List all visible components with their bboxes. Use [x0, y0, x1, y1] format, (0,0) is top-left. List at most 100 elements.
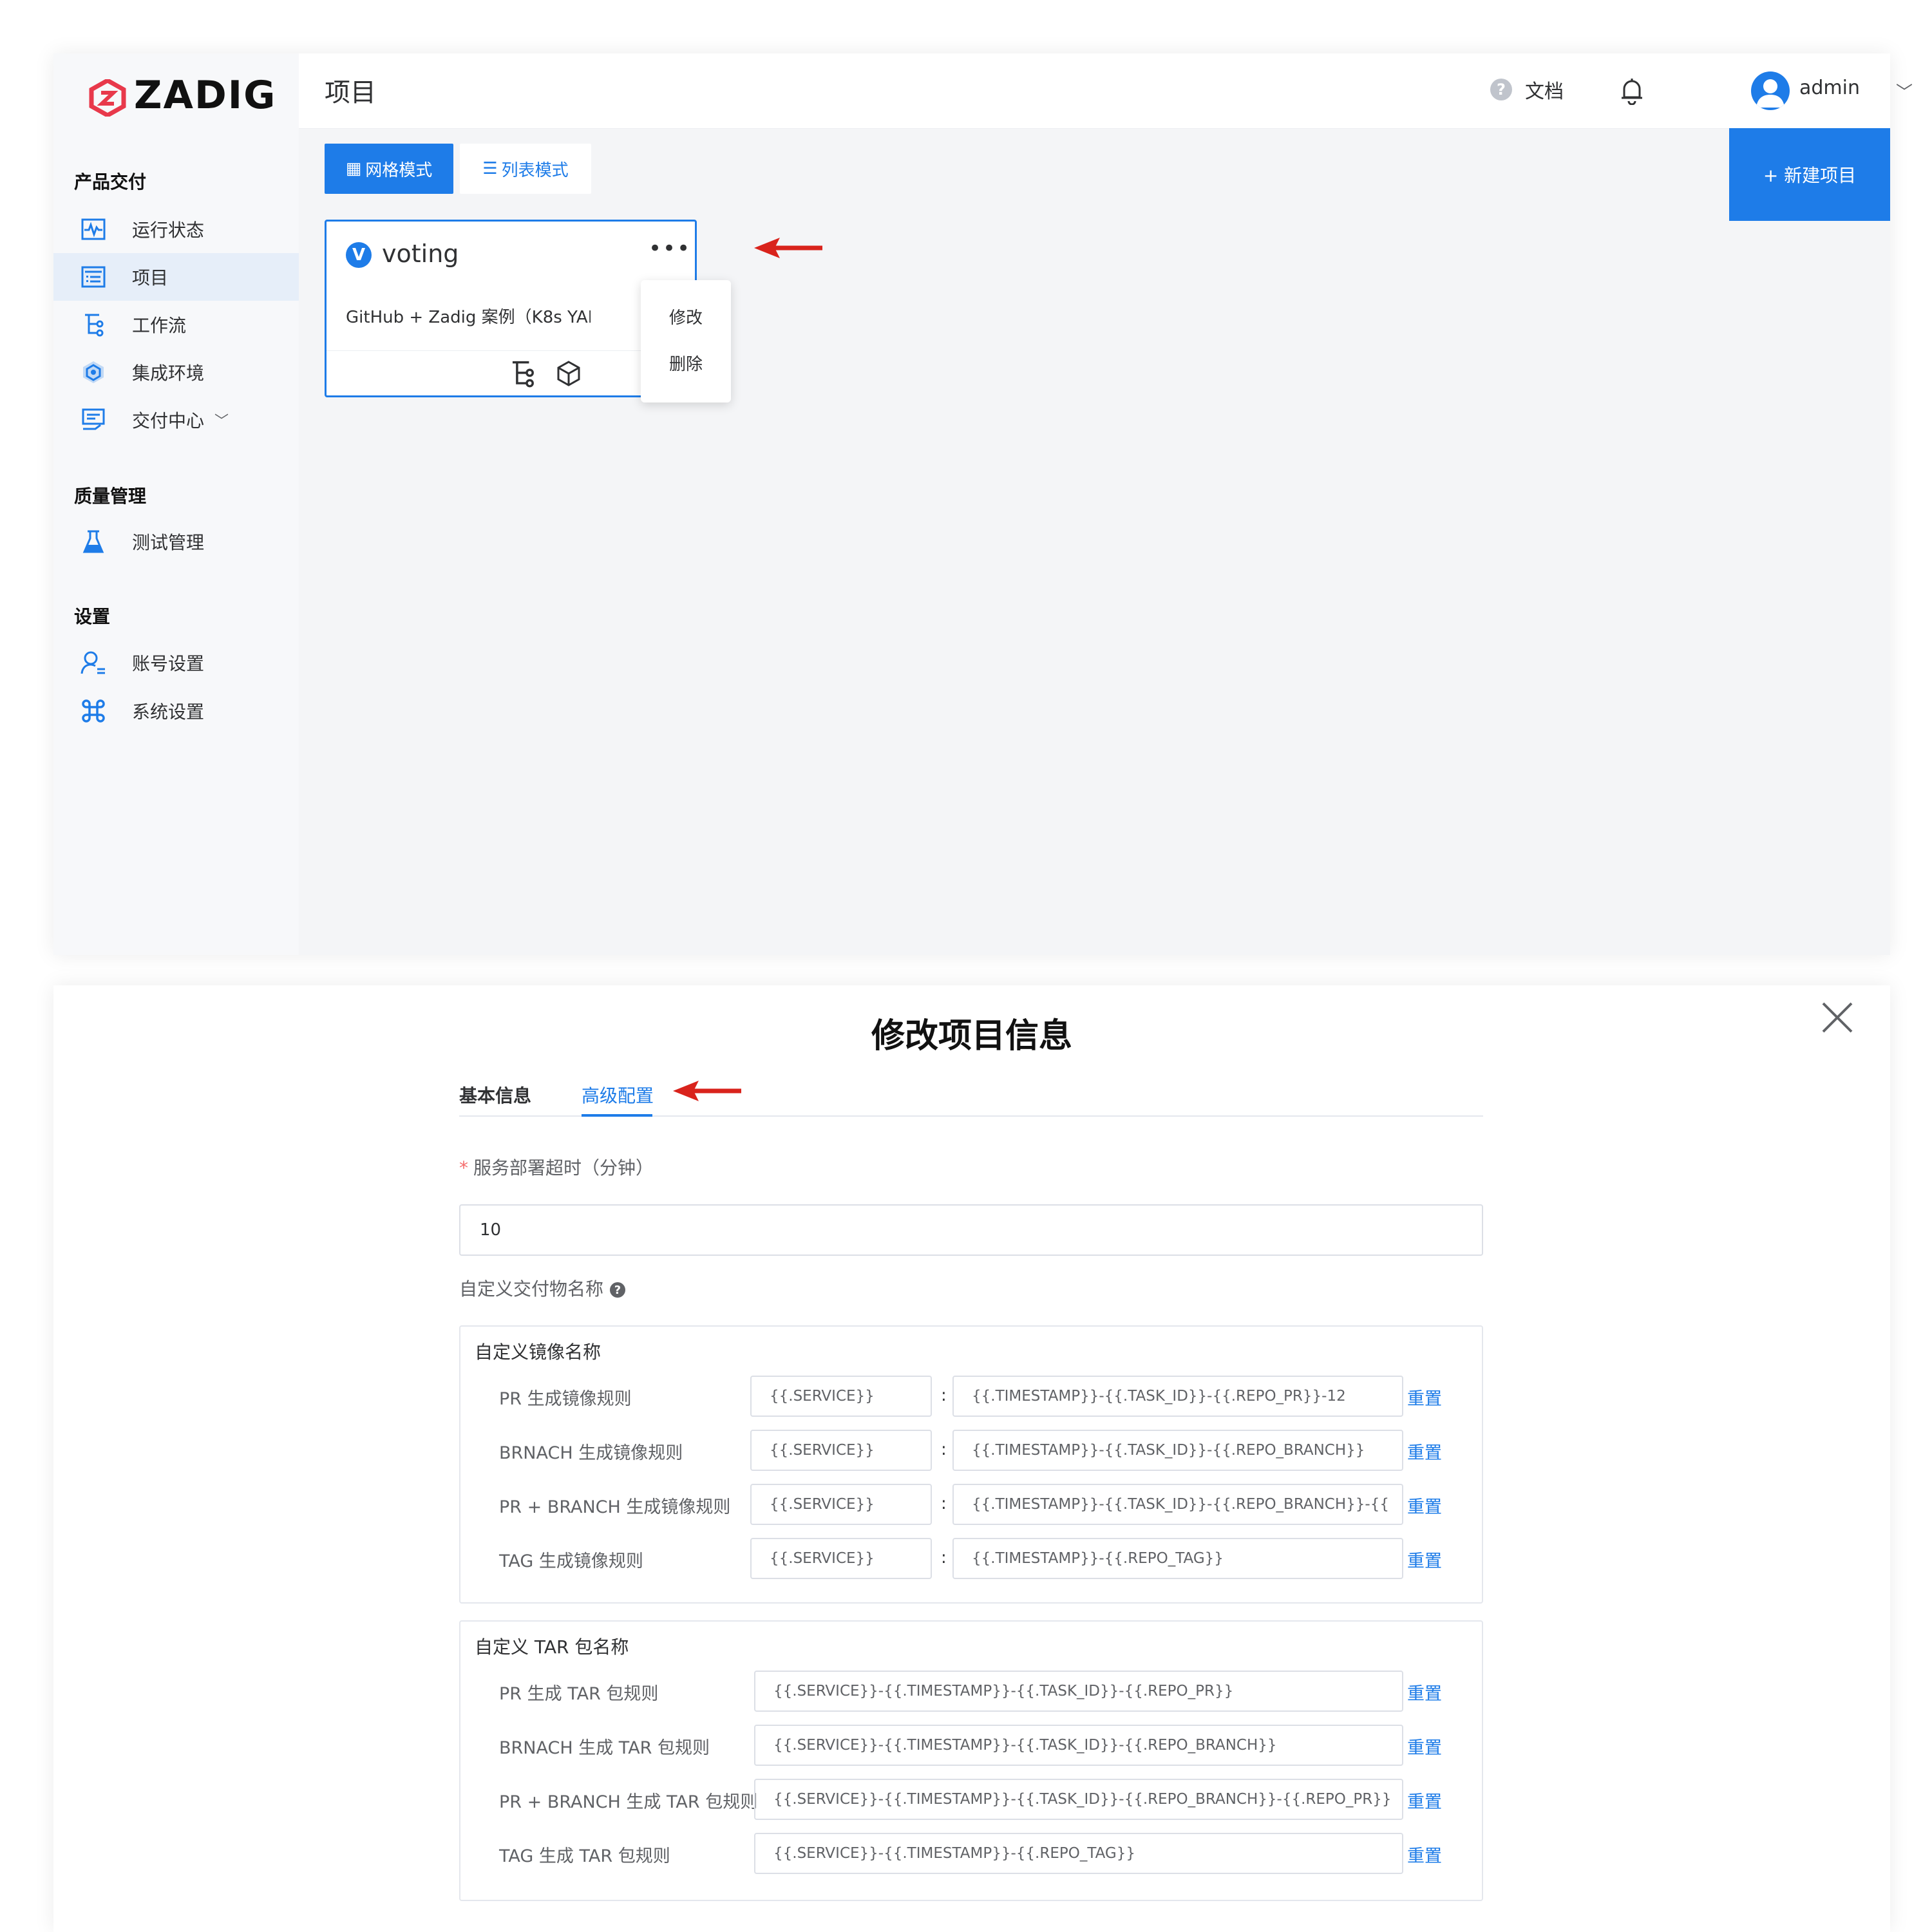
sidebar-item-status[interactable]: 运行状态 [53, 205, 299, 253]
project-name[interactable]: voting [382, 240, 459, 268]
image-tag-input[interactable]: {{.TIMESTAMP}}-{{.TASK_ID}}-{{.REPO_BRAN… [952, 1430, 1403, 1471]
cube-icon[interactable] [556, 359, 582, 388]
question-icon: ? [1490, 79, 1512, 100]
section-title: 自定义 TAR 包名称 [475, 1636, 629, 1658]
sidebar-item-label: 运行状态 [132, 220, 205, 241]
reset-button[interactable]: 重置 [1407, 1439, 1442, 1464]
app-window: ZADIG 产品交付 运行状态 项目 工作流 集成环境 交付中心 ﹀ 质量管理 … [53, 53, 1913, 955]
zadig-logo-icon [89, 79, 126, 117]
grid-mode-label: 网格模式 [365, 160, 433, 180]
bell-icon[interactable] [1619, 77, 1645, 105]
sidebar-item-delivery[interactable]: 交付中心 ﹀ [53, 396, 299, 444]
sidebar-item-projects[interactable]: 项目 [53, 253, 299, 301]
chevron-down-icon: ﹀ [214, 413, 229, 430]
close-icon[interactable] [1818, 998, 1857, 1037]
hexagon-icon [80, 359, 106, 385]
reset-button[interactable]: 重置 [1407, 1680, 1442, 1705]
sidebar-item-workflow[interactable]: 工作流 [53, 301, 299, 348]
sidebar-item-label: 项目 [132, 267, 169, 289]
image-tag-input[interactable]: {{.TIMESTAMP}}-{{.REPO_TAG}} [952, 1538, 1403, 1579]
sidebar-item-environments[interactable]: 集成环境 [53, 348, 299, 396]
tar-rule-input[interactable]: {{.SERVICE}}-{{.TIMESTAMP}}-{{.TASK_ID}}… [754, 1725, 1403, 1766]
section-title: 自定义镜像名称 [475, 1341, 601, 1363]
list-lines-icon: ☰ [482, 159, 498, 178]
tar-rule-input[interactable]: {{.SERVICE}}-{{.TIMESTAMP}}-{{.TASK_ID}}… [754, 1779, 1403, 1820]
image-name-section: 自定义镜像名称 PR 生成镜像规则 {{.SERVICE}} : {{.TIME… [459, 1325, 1483, 1604]
pulse-icon [80, 216, 106, 242]
reset-button[interactable]: 重置 [1407, 1734, 1442, 1759]
list-mode-button[interactable]: ☰ 列表模式 [460, 144, 591, 194]
help-icon: ? [610, 1282, 626, 1298]
tar-rule-input[interactable]: {{.SERVICE}}-{{.TIMESTAMP}}-{{.TASK_ID}}… [754, 1671, 1403, 1712]
image-name-input[interactable]: {{.SERVICE}} [750, 1376, 932, 1417]
reset-button[interactable]: 重置 [1407, 1493, 1442, 1518]
sidebar-item-label: 工作流 [132, 315, 187, 336]
tab-basic-info[interactable]: 基本信息 [459, 1082, 531, 1108]
tar-rule-input[interactable]: {{.SERVICE}}-{{.TIMESTAMP}}-{{.REPO_TAG}… [754, 1833, 1403, 1874]
row-label: PR + BRANCH 生成镜像规则 [499, 1497, 731, 1517]
user-settings-icon [80, 650, 106, 676]
annotation-arrow-icon [673, 1081, 741, 1101]
more-icon[interactable]: ••• [649, 236, 691, 261]
delivery-icon [80, 407, 106, 433]
grid-icon: ▦ [345, 159, 362, 178]
grid-mode-button[interactable]: ▦ 网格模式 [325, 144, 453, 194]
row-label: PR + BRANCH 生成 TAR 包规则 [499, 1792, 758, 1812]
dialog-title: 修改项目信息 [871, 1017, 1072, 1056]
tab-advanced-config[interactable]: 高级配置 [582, 1082, 654, 1108]
main-content: 项目 ? 文档 admin ﹀ ▦ 网格模式 ☰ 列表模式 + 新建项目 V v… [299, 53, 1913, 955]
new-project-button[interactable]: + 新建项目 [1729, 128, 1890, 221]
docs-link[interactable]: ? 文档 [1490, 75, 1564, 104]
sidebar-item-label: 交付中心 [132, 410, 205, 431]
row-label: PR 生成镜像规则 [499, 1389, 632, 1409]
project-actions-menu: 修改 删除 [641, 280, 731, 402]
colon-separator: : [941, 1386, 947, 1405]
workflow-icon[interactable] [509, 359, 535, 388]
image-name-input[interactable]: {{.SERVICE}} [750, 1538, 932, 1579]
list-mode-label: 列表模式 [501, 160, 569, 180]
nav-group-title: 产品交付 [74, 171, 147, 193]
image-tag-input[interactable]: {{.TIMESTAMP}}-{{.TASK_ID}}-{{.REPO_BRAN… [952, 1484, 1403, 1525]
sidebar: ZADIG 产品交付 运行状态 项目 工作流 集成环境 交付中心 ﹀ 质量管理 … [53, 53, 299, 955]
page-title: 项目 [325, 78, 376, 108]
row-label: BRNACH 生成镜像规则 [499, 1443, 683, 1463]
command-icon [80, 698, 106, 724]
edit-project-dialog: 修改项目信息 基本信息 高级配置 * 服务部署超时（分钟） 10 自定义交付物名称… [53, 985, 1890, 1932]
reset-button[interactable]: 重置 [1407, 1788, 1442, 1813]
row-label: TAG 生成镜像规则 [499, 1551, 643, 1571]
sidebar-item-test-management[interactable]: 测试管理 [53, 518, 299, 565]
colon-separator: : [941, 1440, 947, 1459]
image-name-input[interactable]: {{.SERVICE}} [750, 1430, 932, 1471]
list-icon [80, 264, 106, 290]
reset-button[interactable]: 重置 [1407, 1547, 1442, 1572]
avatar[interactable] [1751, 71, 1790, 110]
row-label: PR 生成 TAR 包规则 [499, 1684, 659, 1704]
flask-icon [80, 529, 106, 554]
nav-group-title: 质量管理 [74, 486, 147, 507]
reset-button[interactable]: 重置 [1407, 1842, 1442, 1867]
annotation-arrow-icon [754, 238, 822, 258]
active-tab-indicator [582, 1114, 652, 1117]
nav-group-title: 设置 [74, 606, 111, 627]
colon-separator: : [941, 1494, 947, 1513]
chevron-down-icon[interactable]: ﹀ [1896, 79, 1913, 103]
sidebar-item-label: 集成环境 [132, 363, 205, 384]
colon-separator: : [941, 1548, 947, 1567]
project-badge: V [346, 242, 372, 268]
sidebar-item-system-settings[interactable]: 系统设置 [53, 687, 299, 735]
image-tag-input[interactable]: {{.TIMESTAMP}}-{{.TASK_ID}}-{{.REPO_PR}}… [952, 1376, 1403, 1417]
delete-menu-item[interactable]: 删除 [641, 343, 731, 382]
brand-name: ZADIG [134, 73, 277, 118]
docs-label: 文档 [1525, 80, 1564, 103]
header-bar: 项目 ? 文档 admin ﹀ [299, 53, 1913, 129]
row-label: TAG 生成 TAR 包规则 [499, 1846, 670, 1866]
sidebar-item-label: 系统设置 [132, 701, 205, 723]
edit-menu-item[interactable]: 修改 [641, 297, 731, 336]
sidebar-item-account-settings[interactable]: 账号设置 [53, 639, 299, 687]
sidebar-item-label: 账号设置 [132, 653, 205, 674]
reset-button[interactable]: 重置 [1407, 1385, 1442, 1410]
user-name[interactable]: admin [1799, 77, 1860, 99]
image-name-input[interactable]: {{.SERVICE}} [750, 1484, 932, 1525]
timeout-label: * 服务部署超时（分钟） [459, 1157, 654, 1179]
timeout-input[interactable]: 10 [459, 1204, 1483, 1256]
